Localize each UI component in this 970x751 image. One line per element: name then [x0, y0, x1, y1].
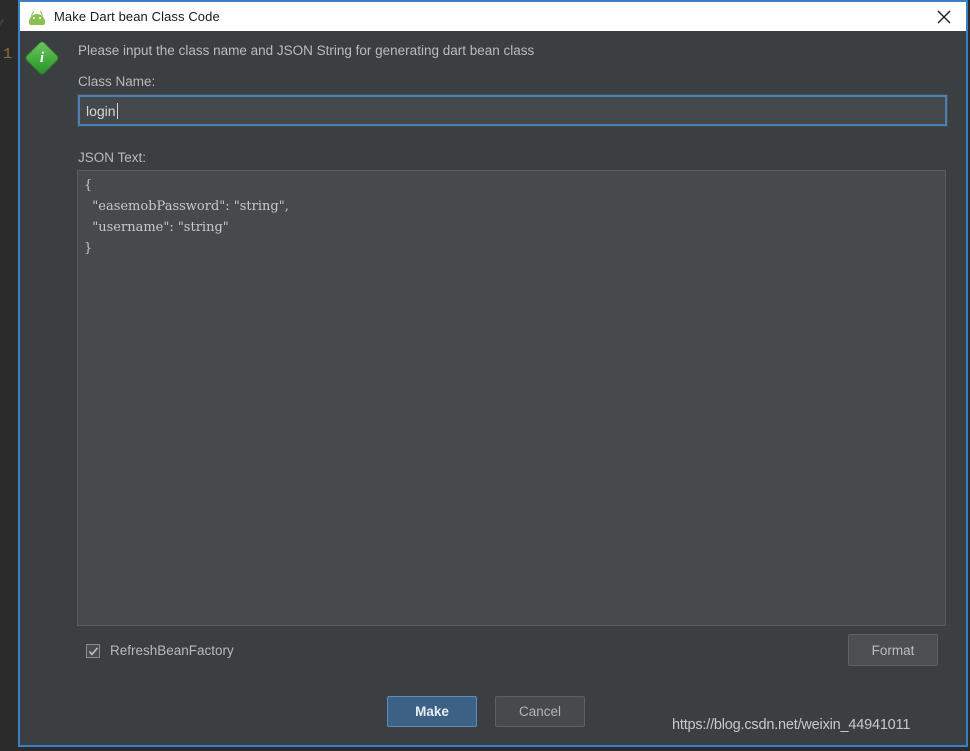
- info-icon: i: [25, 41, 59, 75]
- watermark-text: https://blog.csdn.net/weixin_44941011: [672, 717, 911, 733]
- class-name-label: Class Name:: [78, 74, 156, 89]
- check-icon: [88, 646, 99, 656]
- close-icon[interactable]: [922, 2, 966, 31]
- class-name-input[interactable]: login: [77, 94, 948, 127]
- json-text-input[interactable]: { "easemobPassword": "string", "username…: [77, 170, 946, 626]
- refresh-bean-factory-label: RefreshBeanFactory: [110, 643, 234, 658]
- dialog-prompt-text: Please input the class name and JSON Str…: [78, 43, 535, 58]
- json-text-label: JSON Text:: [78, 150, 147, 165]
- make-button[interactable]: Make: [387, 696, 477, 727]
- window-title: Make Dart bean Class Code: [54, 9, 220, 24]
- screen-root: 1 Make Dart bean Class Code i Please inp…: [0, 0, 970, 751]
- make-dart-bean-dialog: Make Dart bean Class Code i Please input…: [18, 0, 968, 747]
- refresh-bean-factory-row[interactable]: RefreshBeanFactory: [86, 643, 234, 658]
- info-icon-glyph: i: [39, 49, 45, 66]
- android-robot-icon: [28, 10, 46, 25]
- class-name-value: login: [86, 102, 116, 119]
- dialog-titlebar[interactable]: Make Dart bean Class Code: [20, 2, 966, 31]
- text-caret: [116, 102, 118, 119]
- cancel-button[interactable]: Cancel: [495, 696, 585, 727]
- format-button[interactable]: Format: [848, 634, 938, 666]
- refresh-bean-factory-checkbox[interactable]: [86, 643, 100, 658]
- dialog-body: i Please input the class name and JSON S…: [20, 31, 966, 745]
- background-editor-ghost-char: 1: [3, 46, 13, 63]
